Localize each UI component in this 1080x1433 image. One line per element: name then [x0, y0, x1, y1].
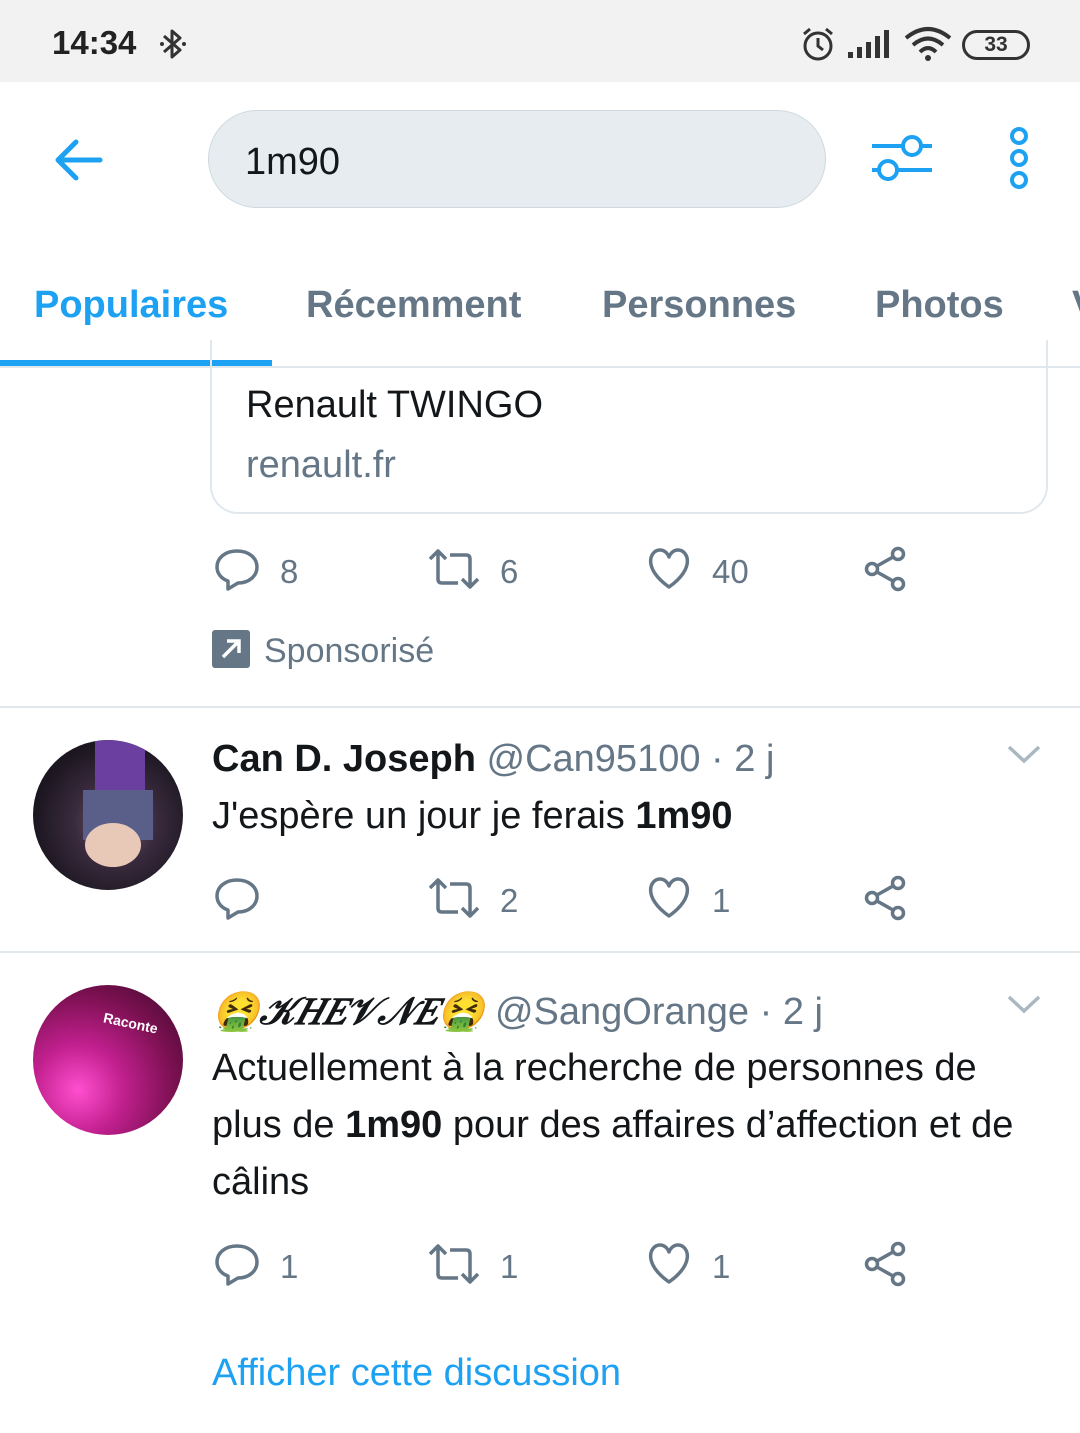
signal-icon	[848, 30, 892, 65]
like-button[interactable]: 1	[646, 877, 730, 924]
share-button[interactable]	[862, 875, 908, 926]
search-query: 1m90	[245, 141, 341, 183]
avatar-caption: Raconte	[101, 1009, 160, 1037]
status-bar: 14:34 33	[0, 0, 1080, 82]
sponsored-label[interactable]: Sponsorisé	[212, 630, 434, 673]
battery-level: 33	[984, 33, 1008, 56]
wifi-icon	[904, 26, 952, 67]
like-button[interactable]: 1	[646, 1243, 730, 1290]
share-icon	[862, 1241, 908, 1292]
tweet-time: · 2 j	[711, 738, 775, 780]
reply-button[interactable]: 1	[214, 1242, 298, 1291]
battery-icon: 33	[962, 30, 1030, 60]
tweet-divider	[0, 706, 1080, 708]
retweet-count: 6	[500, 552, 519, 590]
more-options-icon[interactable]	[1004, 126, 1034, 195]
alarm-icon	[800, 26, 836, 67]
retweet-button[interactable]: 2	[428, 878, 518, 923]
reply-icon	[214, 1242, 260, 1291]
heart-icon	[646, 877, 692, 924]
tweet-header: Can D. Joseph @Can95100 · 2 j	[212, 738, 774, 781]
reply-count: 8	[280, 552, 299, 590]
retweet-count: 2	[500, 881, 519, 919]
filter-sliders-icon[interactable]	[870, 128, 934, 193]
retweet-count: 1	[500, 1247, 519, 1285]
avatar[interactable]: Raconte	[33, 985, 183, 1135]
author-handle[interactable]: @Can95100	[487, 738, 701, 780]
tweet-text: Actuellement à la recherche de personnes…	[212, 1040, 1042, 1211]
heart-icon	[646, 548, 692, 595]
chevron-down-icon[interactable]	[1006, 992, 1042, 1021]
tab-recemment[interactable]: Récemment	[306, 284, 521, 327]
share-button[interactable]	[862, 546, 908, 597]
like-count: 1	[712, 1247, 731, 1285]
author-handle[interactable]: @SangOrange	[495, 991, 749, 1033]
tweet-text-part: J'espère un jour je ferais	[212, 795, 636, 837]
tweet-time: · 2 j	[759, 991, 823, 1033]
card-title: Renault TWINGO	[246, 384, 544, 426]
reply-icon	[214, 876, 260, 925]
tab-populaires[interactable]: Populaires	[34, 284, 228, 327]
chevron-down-icon[interactable]	[1006, 742, 1042, 771]
card-domain: renault.fr	[246, 444, 396, 486]
promoted-arrow-icon	[212, 630, 250, 673]
search-term-highlight: 1m90	[635, 795, 733, 837]
retweet-icon	[428, 878, 480, 923]
retweet-button[interactable]: 1	[428, 1244, 518, 1289]
retweet-button[interactable]: 6	[428, 549, 518, 594]
author-name[interactable]: 🤮𝒦𝐻𝐸𝒱𝒩𝐸🤮	[212, 988, 484, 1033]
sponsored-text: Sponsorisé	[264, 632, 435, 670]
show-thread-link[interactable]: Afficher cette discussion	[212, 1352, 621, 1395]
reply-button[interactable]	[214, 876, 280, 925]
like-count: 1	[712, 881, 731, 919]
retweet-icon	[428, 1244, 480, 1289]
status-time: 14:34	[52, 24, 137, 61]
tweet-divider	[0, 951, 1080, 953]
link-card[interactable]: Renault TWINGO renault.fr	[210, 340, 1048, 514]
search-term-highlight: 1m90	[345, 1104, 443, 1146]
tweet-text: J'espère un jour je ferais 1m90	[212, 788, 1042, 845]
tab-photos[interactable]: Photos	[875, 284, 1004, 327]
reply-count: 1	[280, 1247, 299, 1285]
bluetooth-icon	[158, 26, 188, 67]
heart-icon	[646, 1243, 692, 1290]
retweet-icon	[428, 549, 480, 594]
reply-button[interactable]: 8	[214, 547, 298, 596]
reply-icon	[214, 547, 260, 596]
like-button[interactable]: 40	[646, 548, 749, 595]
tab-personnes[interactable]: Personnes	[602, 284, 796, 327]
tab-videos[interactable]: V	[1072, 284, 1080, 327]
search-input[interactable]: 1m90	[208, 110, 826, 208]
share-button[interactable]	[862, 1241, 908, 1292]
share-icon	[862, 875, 908, 926]
share-icon	[862, 546, 908, 597]
back-arrow-icon[interactable]	[50, 132, 106, 193]
tweet-header: 🤮𝒦𝐻𝐸𝒱𝒩𝐸🤮 @SangOrange · 2 j	[212, 988, 823, 1034]
avatar[interactable]	[33, 740, 183, 890]
like-count: 40	[712, 552, 749, 590]
author-name[interactable]: Can D. Joseph	[212, 738, 476, 780]
